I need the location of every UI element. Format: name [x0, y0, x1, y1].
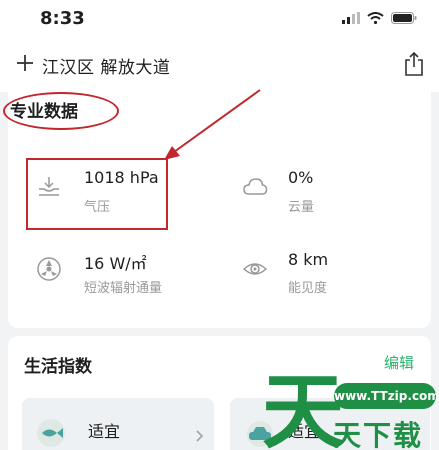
- fish-icon: [37, 419, 65, 447]
- section-title-life: 生活指数: [24, 357, 92, 377]
- annotation-arrow: [164, 89, 261, 160]
- fishing-index-value: 适宜: [88, 422, 121, 441]
- status-icons: [342, 12, 417, 24]
- annotation-ellipse: [3, 92, 119, 130]
- cloud-cover-label: 云量: [288, 200, 315, 215]
- watermark-text: 天下载: [333, 419, 424, 450]
- watermark-logo: 天: [262, 365, 345, 450]
- radiation-icon: [37, 257, 61, 281]
- life-tile-fishing[interactable]: 适宜: [22, 398, 214, 450]
- radiation-value: 16 W/㎡: [84, 254, 147, 273]
- cloud-icon: [243, 178, 268, 195]
- visibility-label: 能见度: [288, 281, 328, 296]
- location-title[interactable]: 江汉区 解放大道: [42, 53, 170, 78]
- battery-icon: [391, 12, 417, 24]
- wifi-icon: [367, 12, 384, 24]
- plus-icon[interactable]: [16, 54, 34, 72]
- status-bar: 8:33: [0, 0, 439, 40]
- status-time: 8:33: [40, 8, 85, 29]
- chevron-right-icon: [196, 430, 204, 442]
- share-icon[interactable]: [402, 51, 426, 77]
- radiation-label: 短波辐射通量: [84, 281, 163, 296]
- annotation-rect: [26, 158, 168, 230]
- watermark-url: www.TTzip.com: [334, 383, 439, 409]
- signal-icon: [342, 12, 360, 24]
- eye-icon: [242, 263, 268, 275]
- edit-button[interactable]: 编辑: [384, 352, 414, 373]
- visibility-value: 8 km: [288, 250, 329, 269]
- location-header: 江汉区 解放大道: [0, 40, 439, 92]
- cloud-cover-value: 0%: [288, 168, 314, 187]
